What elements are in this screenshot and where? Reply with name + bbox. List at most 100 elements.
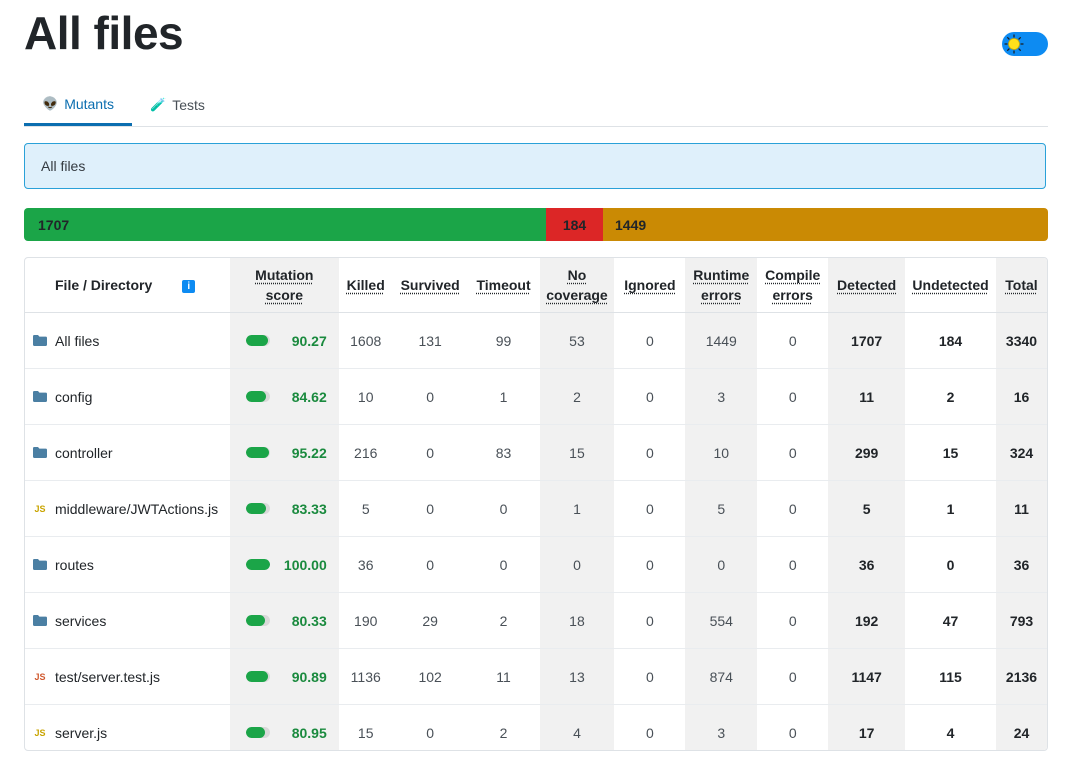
score-progress-bar: [245, 615, 270, 626]
header-file-directory: File / Directory i: [25, 258, 230, 313]
header-label: Ignored: [624, 277, 676, 293]
header-ignored[interactable]: Ignored: [614, 258, 686, 313]
detected-cell: 192: [828, 592, 906, 649]
no-coverage-cell: 4: [539, 704, 615, 750]
breadcrumb-item[interactable]: All files: [41, 158, 85, 174]
file-cell: JS test/server.test.js: [25, 648, 230, 705]
tab-mutants[interactable]: 👽 Mutants: [24, 84, 132, 126]
header-label: coverage: [546, 287, 608, 303]
header-no-coverage[interactable]: No coverage: [539, 258, 615, 313]
file-link[interactable]: controller: [55, 445, 113, 461]
file-link[interactable]: routes: [55, 557, 94, 573]
timeout-cell: 0: [467, 480, 540, 537]
header-survived[interactable]: Survived: [392, 258, 468, 313]
mutation-score-cell: 95.22: [229, 424, 339, 481]
detected-cell: 299: [828, 424, 906, 481]
file-link[interactable]: server.js: [55, 725, 107, 741]
table-row: All files 90.27 1608 131 99 53 0 1449 0 1707 184 33…: [25, 312, 1047, 369]
survived-cell: 0: [392, 480, 468, 537]
detected-cell: 1147: [828, 648, 906, 705]
runtime-errors-cell: 1449: [685, 312, 758, 369]
table-row: routes 100.00 36 0 0 0 0 0 0 36 0 36: [25, 536, 1047, 593]
ignored-cell: 0: [614, 592, 686, 649]
detected-count: 1707: [38, 216, 70, 233]
timeout-cell: 99: [467, 312, 540, 369]
table-row: JS server.js 80.95 15 0 2 4 0 3 0 17 4 24: [25, 704, 1047, 750]
header-detected[interactable]: Detected: [828, 258, 906, 313]
score-progress-bar: [245, 727, 270, 738]
table-row: config 84.62 10 0 1 2 0 3 0 11 2 16: [25, 368, 1047, 425]
score-progress-bar: [245, 503, 270, 514]
mutation-score-cell: 84.62: [229, 368, 339, 425]
killed-cell: 15: [357, 724, 374, 741]
score-value: 83.33: [291, 500, 327, 517]
undetected-segment: 184: [546, 208, 603, 241]
detected-segment: 1707: [24, 208, 546, 241]
header-label: Timeout: [476, 277, 531, 293]
ignored-cell: 0: [614, 424, 686, 481]
mutation-score-cell: 90.27: [229, 312, 339, 369]
file-link[interactable]: config: [55, 389, 92, 405]
runtime-errors-cell: 874: [685, 648, 758, 705]
undetected-cell: 0: [905, 536, 997, 593]
table-row: JS middleware/JWTActions.js 83.33 5 0 0 1 0 5 0 5 1…: [25, 480, 1047, 537]
survived-cell: 0: [392, 536, 468, 593]
undetected-cell: 115: [905, 648, 997, 705]
file-cell: controller: [25, 424, 230, 481]
undetected-count: 184: [562, 216, 587, 233]
score-progress-bar: [245, 335, 270, 346]
no-coverage-cell: 53: [539, 312, 615, 369]
js-file-icon: JS: [34, 727, 46, 738]
header-undetected[interactable]: Undetected: [905, 258, 997, 313]
ignored-cell: 0: [645, 724, 654, 741]
compile-errors-cell: 0: [757, 424, 829, 481]
file-link[interactable]: middleware/JWTActions.js: [55, 501, 218, 517]
header-label: Killed: [346, 277, 385, 293]
killed-cell: 1136: [338, 648, 393, 705]
header-killed[interactable]: Killed: [338, 258, 393, 313]
survived-cell: 102: [392, 648, 468, 705]
score-progress-bar: [245, 447, 270, 458]
table-body: All files 90.27 1608 131 99 53 0 1449 0 1707 184 33…: [25, 312, 1047, 750]
undetected-cell: 1: [905, 480, 997, 537]
compile-errors-cell: 0: [757, 312, 829, 369]
breadcrumb: All files: [24, 143, 1046, 189]
survived-cell: 0: [392, 424, 468, 481]
runtime-errors-cell: 5: [685, 480, 758, 537]
score-value: 90.89: [291, 668, 327, 685]
header-total[interactable]: Total: [996, 258, 1047, 313]
folder-icon: [33, 391, 47, 402]
killed-cell: 10: [338, 368, 393, 425]
survived-cell: 131: [392, 312, 468, 369]
file-link[interactable]: services: [55, 613, 106, 629]
ignored-cell: 0: [614, 368, 686, 425]
file-cell: JS middleware/JWTActions.js: [25, 480, 230, 537]
header-compile-errors[interactable]: Compile errors: [757, 258, 829, 313]
test-tube-icon: 🧪: [150, 97, 167, 112]
tab-tests[interactable]: 🧪 Tests: [132, 84, 223, 126]
header-label: Survived: [400, 277, 460, 293]
compile-errors-cell: 0: [757, 480, 829, 537]
folder-icon: [33, 559, 47, 570]
score-value: 100.00: [283, 556, 327, 573]
total-cell: 36: [996, 536, 1047, 593]
killed-cell: 216: [338, 424, 393, 481]
detected-cell: 17: [828, 704, 906, 750]
table-row: services 80.33 190 29 2 18 0 554 0 192 47 793: [25, 592, 1047, 649]
theme-toggle[interactable]: [1002, 32, 1048, 56]
file-link[interactable]: test/server.test.js: [55, 669, 160, 685]
total-cell: 16: [996, 368, 1047, 425]
header-runtime-errors[interactable]: Runtime errors: [685, 258, 758, 313]
undetected-cell: 15: [905, 424, 997, 481]
info-icon[interactable]: i: [182, 279, 196, 293]
header-timeout[interactable]: Timeout: [467, 258, 540, 313]
file-link[interactable]: All files: [55, 333, 99, 349]
header-mutation-score[interactable]: Mutation score: [229, 258, 339, 313]
runtime-errors-segment: 1449: [603, 208, 1048, 241]
header-label: errors: [772, 287, 813, 303]
table-row: JS test/server.test.js 90.89 1136 102 11 13 0 87…: [25, 648, 1047, 705]
header-label: Compile: [765, 267, 821, 283]
killed-cell: 1608: [338, 312, 393, 369]
header-label: No: [567, 267, 587, 283]
detected-cell: 5: [828, 480, 906, 537]
